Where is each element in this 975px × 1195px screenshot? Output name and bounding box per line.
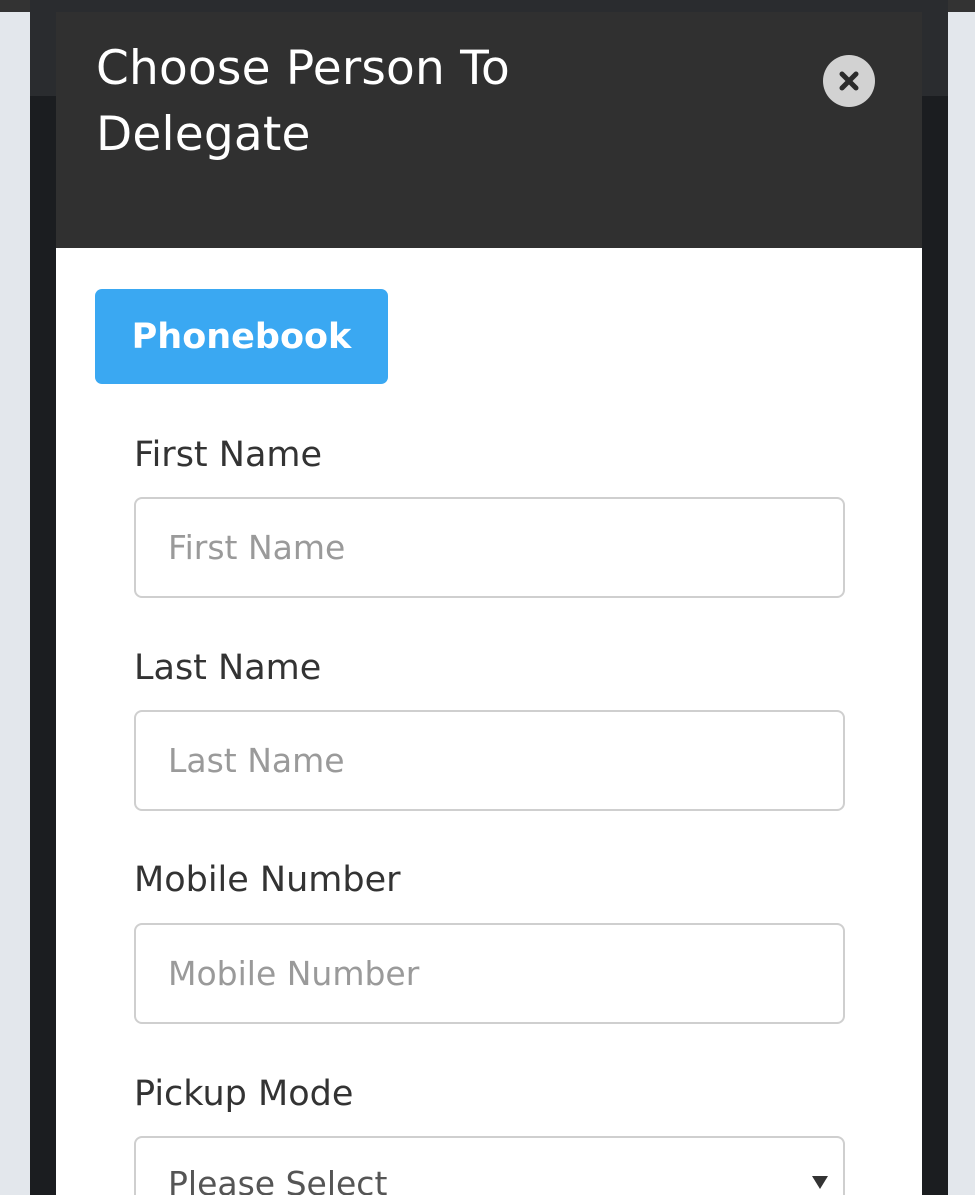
phonebook-button[interactable]: Phonebook	[95, 289, 388, 384]
close-button[interactable]	[823, 55, 875, 107]
dialog-header: Choose Person To Delegate	[56, 12, 922, 248]
mobile-number-input[interactable]	[134, 923, 845, 1024]
last-name-input[interactable]	[134, 710, 845, 811]
pickup-mode-label: Pickup Mode	[134, 1074, 354, 1114]
pickup-mode-select[interactable]: Please Select	[134, 1136, 845, 1195]
caret-down-icon	[812, 1176, 828, 1189]
delegate-dialog: Choose Person To Delegate Phonebook Firs…	[56, 12, 922, 1195]
last-name-label: Last Name	[134, 648, 322, 688]
first-name-label: First Name	[134, 435, 323, 475]
dialog-title: Choose Person To Delegate	[96, 41, 511, 162]
first-name-input[interactable]	[134, 497, 845, 598]
mobile-number-label: Mobile Number	[134, 860, 401, 900]
pickup-mode-selected-value: Please Select	[168, 1164, 388, 1195]
close-icon	[838, 70, 860, 92]
